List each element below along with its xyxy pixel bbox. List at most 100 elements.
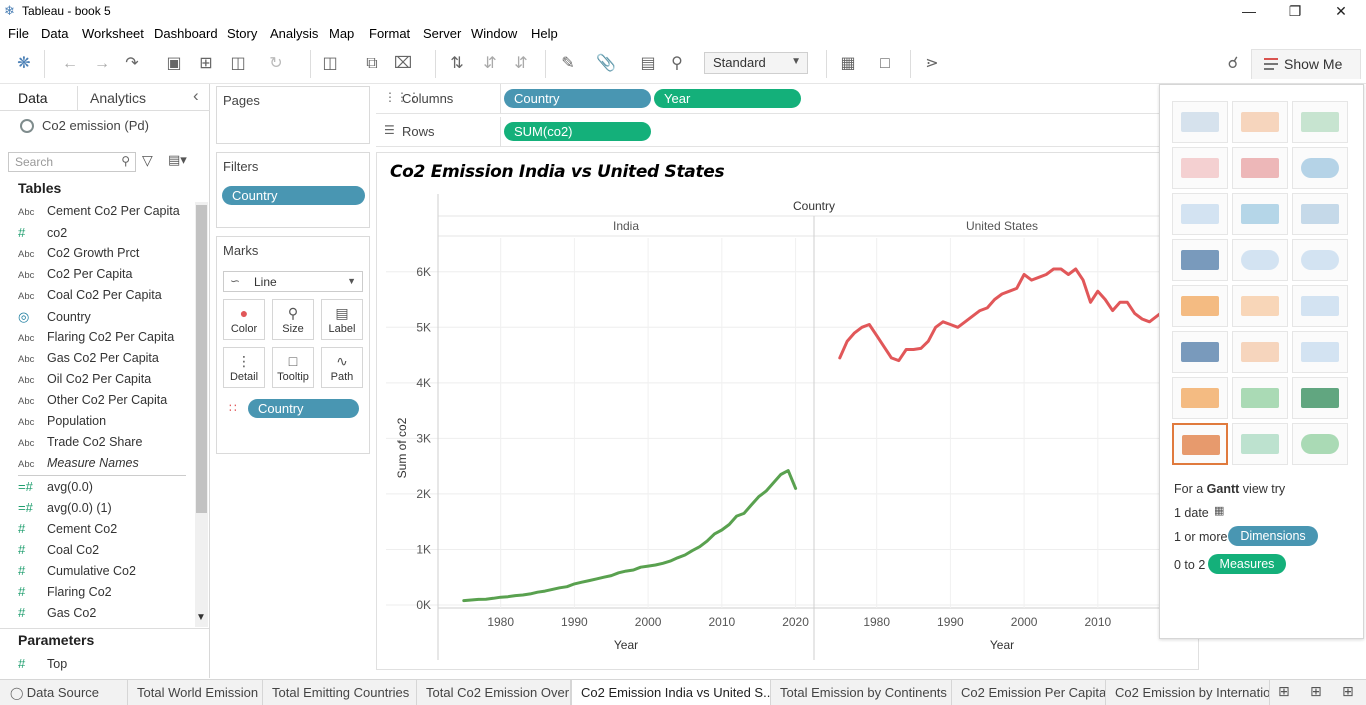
dimension-field[interactable]: Abc Flaring Co2 Per Capita — [18, 327, 190, 348]
columns-shelf[interactable]: ⋮⋮⋮ Columns Country Year — [376, 84, 1160, 114]
color-button[interactable]: ● Color — [223, 299, 265, 340]
label-button[interactable]: ▤ Label — [321, 299, 363, 340]
fit-dropdown[interactable]: Standard ▼ — [704, 52, 808, 74]
show-me-packed-bubbles-icon[interactable] — [1292, 423, 1348, 465]
show-me-horizontal-bars-icon[interactable] — [1172, 193, 1228, 235]
fix-axes-icon[interactable]: ⚲ — [667, 54, 687, 74]
highlight-icon[interactable]: ✎ — [558, 54, 578, 74]
measure-field[interactable]: # Cumulative Co2 — [18, 560, 190, 581]
size-button[interactable]: ⚲ Size — [272, 299, 314, 340]
show-me-area-discrete-icon[interactable] — [1172, 331, 1228, 373]
show-me-highlight-table-icon[interactable] — [1232, 101, 1288, 143]
parameter-item[interactable]: # Top — [18, 653, 190, 674]
dimension-field[interactable]: ◎ Country — [18, 306, 190, 327]
presentation-mode-icon[interactable]: □ — [875, 54, 895, 74]
scroll-down-icon[interactable]: ▼ — [196, 612, 206, 623]
show-cards-icon[interactable]: ▦ — [838, 54, 858, 74]
menu-help[interactable]: Help — [531, 26, 558, 41]
data-source-tab[interactable]: ◯ Data Source — [0, 680, 128, 705]
swap-rows-columns-icon[interactable]: ⇅ — [447, 54, 467, 74]
dimension-field[interactable]: Abc Coal Co2 Per Capita — [18, 285, 190, 306]
show-me-lines-discrete-icon[interactable] — [1172, 285, 1228, 327]
detail-button[interactable]: ⋮ Detail — [223, 347, 265, 388]
menu-data[interactable]: Data — [41, 26, 68, 41]
view-options-icon[interactable]: ▤▾ — [168, 152, 187, 168]
tableau-home-icon[interactable]: ❋ — [14, 54, 34, 74]
menu-format[interactable]: Format — [369, 26, 410, 41]
columns-pill-country[interactable]: Country — [504, 89, 651, 108]
tab-analytics[interactable]: Analytics — [90, 90, 146, 106]
pages-card[interactable]: Pages — [216, 86, 370, 144]
sheet-tab-active[interactable]: Co2 Emission India vs United S... — [571, 680, 771, 705]
line-chart[interactable]: Country India United States Sum of co2 Y… — [376, 152, 1160, 670]
menu-map[interactable]: Map — [329, 26, 354, 41]
measure-field[interactable]: # Coal Co2 — [18, 539, 190, 560]
show-me-dual-lines-icon[interactable] — [1292, 285, 1348, 327]
scrollbar-thumb[interactable] — [196, 205, 207, 513]
sort-descending-icon[interactable]: ⇵ — [511, 54, 531, 74]
rows-shelf[interactable]: ☰ Rows SUM(co2) — [376, 117, 1160, 147]
menu-story[interactable]: Story — [227, 26, 257, 41]
data-pane-scrollbar[interactable] — [195, 202, 208, 627]
format-painter-icon[interactable]: ☌ — [1223, 54, 1243, 74]
sheet-tab[interactable]: Total World Emission — [128, 680, 263, 705]
filter-icon[interactable]: ▽ — [142, 152, 153, 169]
measure-field[interactable]: # Cement Co2 — [18, 518, 190, 539]
group-members-icon[interactable]: 📎 — [596, 54, 616, 74]
replay-icon[interactable]: ↷ — [122, 54, 142, 74]
show-me-filled-map-icon[interactable] — [1232, 147, 1288, 189]
measure-field[interactable]: =# avg(0.0) — [18, 476, 190, 497]
new-story-tab-icon[interactable]: ⊞ — [1342, 683, 1354, 700]
sheet-tab[interactable]: Total Co2 Emission Over — [417, 680, 571, 705]
path-button[interactable]: ∿ Path — [321, 347, 363, 388]
sheet-tab[interactable]: Co2 Emission by Internation — [1106, 680, 1270, 705]
close-button[interactable]: ✕ — [1318, 0, 1364, 23]
sheet-tab[interactable]: Total Emission by Continents — [771, 680, 952, 705]
dimension-field[interactable]: Abc Co2 Per Capita — [18, 264, 190, 285]
redo-icon[interactable]: → — [92, 54, 112, 74]
new-dashboard-tab-icon[interactable]: ⊞ — [1310, 683, 1322, 700]
new-worksheet-icon[interactable]: ◫ — [320, 54, 340, 74]
dimension-field[interactable]: Abc Cement Co2 Per Capita — [18, 201, 190, 222]
new-worksheet-tab-icon[interactable]: ⊞ — [1278, 683, 1290, 700]
rows-pill-sum-co2[interactable]: SUM(co2) — [504, 122, 651, 141]
show-me-stacked-bars-icon[interactable] — [1232, 193, 1288, 235]
show-mark-labels-icon[interactable]: ▤ — [638, 54, 658, 74]
show-me-area-continuous-icon[interactable] — [1232, 331, 1288, 373]
search-input[interactable]: Search ⚲ — [8, 152, 136, 172]
show-me-symbol-map-icon[interactable] — [1172, 147, 1228, 189]
dimension-field[interactable]: Abc Population — [18, 411, 190, 432]
dimension-field[interactable]: Abc Co2 Growth Prct — [18, 243, 190, 264]
show-me-bullet-graph-icon[interactable] — [1232, 423, 1288, 465]
minimize-button[interactable]: — — [1226, 0, 1272, 23]
filters-card[interactable]: Filters Country — [216, 152, 370, 228]
share-icon[interactable]: ⋗ — [922, 54, 942, 74]
show-me-side-by-side-bars-icon[interactable] — [1292, 193, 1348, 235]
new-datasource-icon[interactable]: ⊞ — [196, 54, 216, 74]
show-me-treemap-icon[interactable] — [1172, 239, 1228, 281]
show-me-box-and-whisker-icon[interactable] — [1292, 377, 1348, 419]
show-me-circle-views-icon[interactable] — [1232, 239, 1288, 281]
clear-sheet-icon[interactable]: ⌧ — [393, 54, 413, 74]
show-me-text-table-icon[interactable] — [1172, 101, 1228, 143]
datasource-name[interactable]: Co2 emission (Pd) — [42, 118, 149, 133]
sheet-tab[interactable]: Co2 Emission Per Capita — [952, 680, 1106, 705]
tooltip-button[interactable]: □ Tooltip — [272, 347, 314, 388]
save-icon[interactable]: ▣ — [164, 54, 184, 74]
dimension-field[interactable]: Abc Gas Co2 Per Capita — [18, 348, 190, 369]
dimension-field[interactable]: Abc Other Co2 Per Capita — [18, 390, 190, 411]
show-me-lines-continuous-icon[interactable] — [1232, 285, 1288, 327]
duplicate-icon[interactable]: ⧉ — [362, 54, 382, 74]
menu-analysis[interactable]: Analysis — [270, 26, 318, 41]
marks-pill-country[interactable]: Country — [248, 399, 359, 418]
show-me-pie-chart-icon[interactable] — [1292, 147, 1348, 189]
undo-icon[interactable]: ← — [60, 54, 80, 74]
show-me-histogram-icon[interactable] — [1232, 377, 1288, 419]
dimension-field[interactable]: Abc Trade Co2 Share — [18, 432, 190, 453]
mark-type-dropdown[interactable]: ∽ Line ▼ — [223, 271, 363, 292]
sheet-tab[interactable]: Total Emitting Countries — [263, 680, 417, 705]
columns-pill-year[interactable]: Year — [654, 89, 801, 108]
show-me-heat-map-icon[interactable] — [1292, 101, 1348, 143]
dimension-field[interactable]: # co2 — [18, 222, 190, 243]
collapse-pane-icon[interactable]: ‹ — [193, 86, 199, 106]
